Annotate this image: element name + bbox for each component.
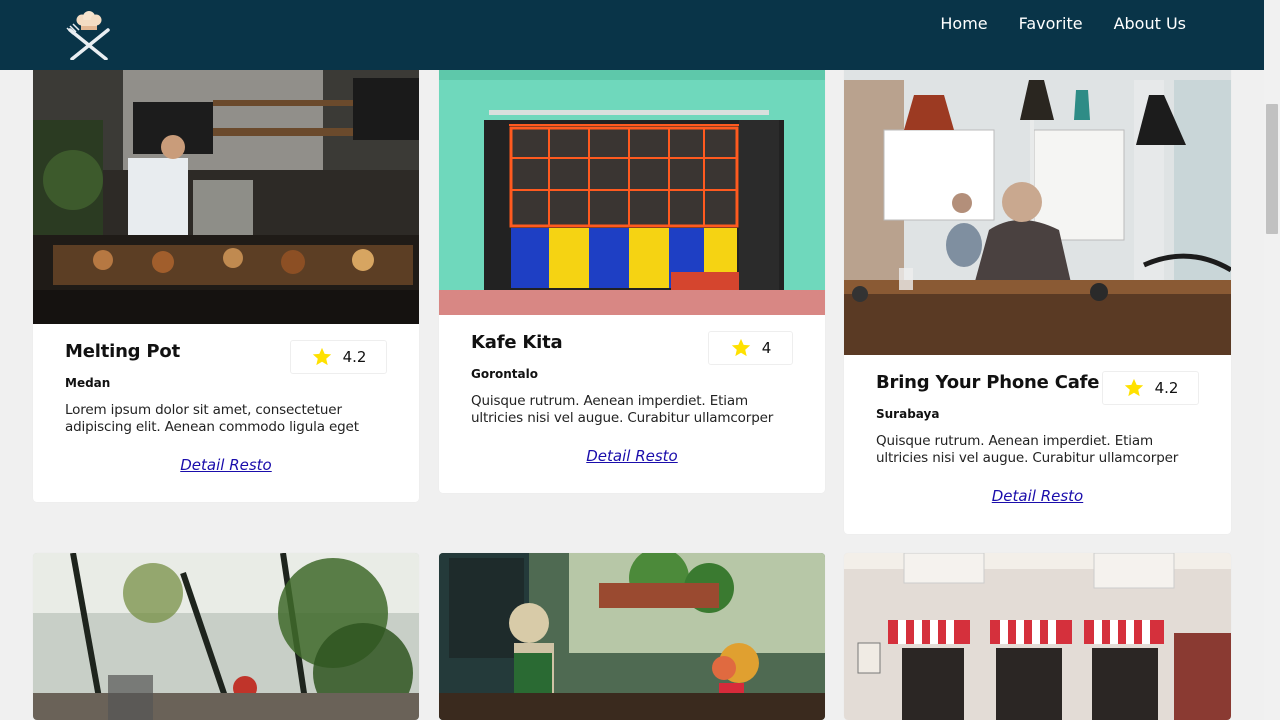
restaurant-image [439, 40, 825, 315]
restaurant-image [439, 553, 825, 720]
nav-links: Home Favorite About Us [940, 0, 1186, 46]
star-icon [731, 338, 750, 357]
restaurant-card: Melting Pot Medan Lorem ipsum dolor sit … [33, 40, 419, 502]
nav-home-link[interactable]: Home [940, 14, 987, 33]
restaurant-city: Surabaya [876, 407, 940, 421]
nav-favorite-link[interactable]: Favorite [1019, 14, 1083, 33]
rating-badge: 4 [708, 331, 793, 365]
restaurant-card: Bring Your Phone Cafe Surabaya Quisque r… [844, 40, 1231, 534]
restaurant-description: Quisque rutrum. Aenean imperdiet. Etiam … [876, 433, 1179, 466]
rating-value: 4.2 [1154, 379, 1179, 397]
page-scrollbar[interactable] [1264, 0, 1280, 720]
restaurant-card: Kafe Kita Gorontalo Quisque rutrum. Aene… [439, 40, 825, 493]
rating-badge: 4.2 [1102, 371, 1199, 405]
star-icon [1124, 378, 1143, 397]
restaurant-card [33, 553, 419, 720]
detail-resto-link[interactable]: Detail Resto [844, 487, 1231, 505]
restaurant-card [439, 553, 825, 720]
restaurant-image [844, 553, 1231, 720]
detail-resto-link[interactable]: Detail Resto [33, 456, 419, 474]
restaurant-description: Lorem ipsum dolor sit amet, consectetuer… [65, 402, 359, 435]
rating-badge: 4.2 [290, 340, 387, 374]
restaurant-card [844, 553, 1231, 720]
restaurant-image [33, 40, 419, 324]
navbar: Home Favorite About Us [0, 0, 1264, 70]
nav-about-link[interactable]: About Us [1114, 14, 1186, 33]
star-icon [312, 347, 331, 366]
restaurant-description: Quisque rutrum. Aenean imperdiet. Etiam … [471, 393, 774, 426]
chef-hat-cutlery-icon[interactable] [64, 10, 114, 61]
restaurant-city: Gorontalo [471, 367, 538, 381]
scrollbar-thumb[interactable] [1266, 104, 1278, 234]
restaurant-image [844, 40, 1231, 355]
detail-resto-link[interactable]: Detail Resto [439, 447, 825, 465]
rating-value: 4.2 [342, 348, 367, 366]
restaurant-city: Medan [65, 376, 111, 390]
restaurant-image [33, 553, 419, 720]
rating-value: 4 [761, 339, 772, 357]
